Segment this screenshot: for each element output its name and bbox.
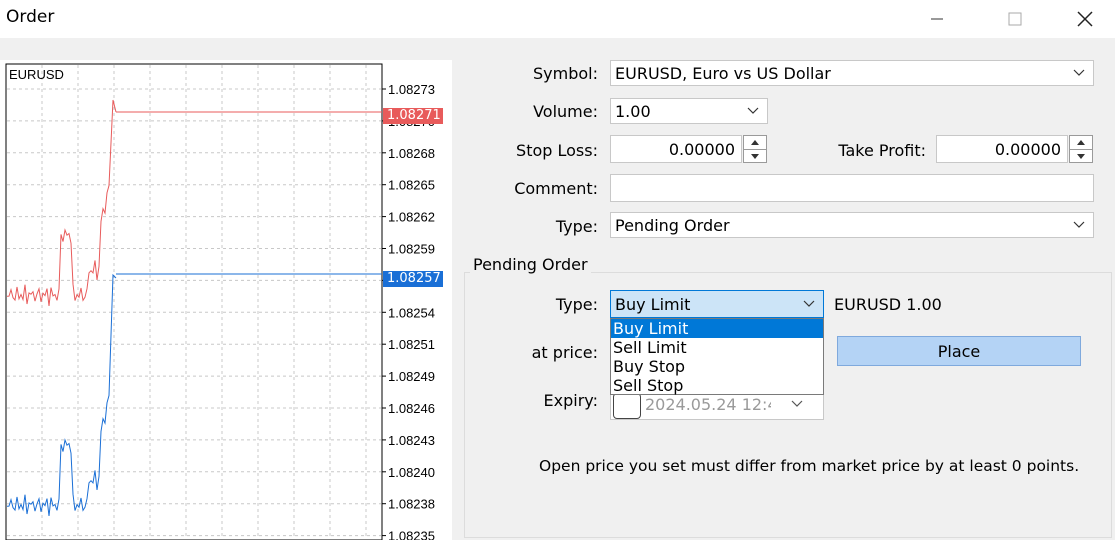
tick-label: 1.08254	[388, 305, 435, 320]
chevron-down-icon	[791, 400, 803, 407]
window-title: Order	[6, 7, 55, 27]
symbol-value: EURUSD, Euro vs US Dollar	[615, 63, 831, 83]
volume-label: Volume:	[533, 102, 598, 121]
price-note: Open price you set must differ from mark…	[539, 457, 1080, 475]
expiry-value: 2024.05.24 12:45	[645, 394, 771, 414]
tick-label: 1.08265	[388, 178, 435, 193]
price-axis: 1.082731.082701.082681.082651.082621.082…	[382, 82, 435, 540]
tick-label: 1.08243	[388, 433, 435, 448]
chart-canvas: 1.082731.082701.082681.082651.082621.082…	[5, 63, 435, 540]
stop-loss-label: Stop Loss:	[516, 141, 598, 160]
pending-type-dropdown[interactable]: Buy Limit Sell Limit Buy Stop Sell Stop	[610, 318, 824, 395]
minimize-button[interactable]	[914, 0, 960, 38]
symbol-select[interactable]: EURUSD, Euro vs US Dollar	[610, 60, 1094, 86]
tick-label: 1.08251	[388, 337, 435, 352]
symbol-label: Symbol:	[533, 64, 598, 83]
stop-loss-value: 0.00000	[668, 139, 735, 159]
tick-label: 1.08273	[388, 82, 435, 97]
tick-label: 1.08262	[388, 210, 435, 225]
option-sell-limit[interactable]: Sell Limit	[611, 338, 823, 357]
ask-price-box: 1.08271	[383, 108, 443, 124]
expiry-checkbox[interactable]	[613, 393, 641, 419]
tick-label: 1.08238	[388, 497, 435, 512]
tick-label: 1.08235	[388, 529, 435, 540]
chevron-down-icon	[1073, 221, 1085, 228]
comment-label: Comment:	[514, 179, 598, 198]
maximize-button[interactable]	[992, 0, 1038, 38]
tick-label: 1.08240	[388, 465, 435, 480]
at-price-label: at price:	[531, 343, 598, 362]
take-profit-label: Take Profit:	[838, 141, 926, 160]
take-profit-value: 0.00000	[994, 139, 1061, 159]
spin-down-icon[interactable]	[744, 150, 766, 163]
title-bar: Order	[0, 0, 1115, 38]
volume-select[interactable]: 1.00	[610, 98, 768, 124]
spin-up-icon[interactable]	[744, 136, 766, 150]
stop-loss-input[interactable]: 0.00000	[610, 135, 742, 163]
stop-loss-spinner[interactable]	[743, 135, 767, 163]
expiry-label: Expiry:	[543, 391, 598, 410]
tick-label: 1.08268	[388, 146, 435, 161]
chevron-down-icon	[747, 107, 759, 114]
maximize-icon	[1008, 12, 1022, 26]
pending-order-title: Pending Order	[470, 255, 591, 274]
tick-label: 1.08259	[388, 242, 435, 257]
order-summary: EURUSD 1.00	[834, 295, 942, 314]
spin-down-icon[interactable]	[1070, 150, 1092, 163]
take-profit-input[interactable]: 0.00000	[936, 135, 1068, 163]
chevron-down-icon	[1073, 69, 1085, 76]
chart-symbol: EURUSD	[9, 67, 64, 82]
option-buy-limit[interactable]: Buy Limit	[611, 319, 823, 338]
comment-input[interactable]	[610, 174, 1094, 202]
tick-label: 1.08249	[388, 369, 435, 384]
option-sell-stop[interactable]: Sell Stop	[611, 376, 823, 395]
type-label: Type:	[555, 217, 598, 236]
pending-type-value: Buy Limit	[615, 294, 691, 314]
price-chart: 1.082731.082701.082681.082651.082621.082…	[0, 60, 452, 540]
place-button[interactable]: Place	[837, 336, 1081, 366]
type-value: Pending Order	[615, 215, 730, 235]
pending-type-label: Type:	[555, 295, 598, 314]
option-buy-stop[interactable]: Buy Stop	[611, 357, 823, 376]
close-icon	[1077, 11, 1093, 27]
minimize-icon	[931, 18, 943, 20]
type-select[interactable]: Pending Order	[610, 212, 1094, 238]
chevron-down-icon	[803, 300, 815, 307]
close-button[interactable]	[1062, 0, 1108, 38]
take-profit-spinner[interactable]	[1069, 135, 1093, 163]
volume-value: 1.00	[615, 101, 651, 121]
pending-type-select[interactable]: Buy Limit	[610, 290, 824, 318]
tick-label: 1.08246	[388, 401, 435, 416]
bid-price-box: 1.08257	[383, 271, 443, 287]
spin-up-icon[interactable]	[1070, 136, 1092, 150]
